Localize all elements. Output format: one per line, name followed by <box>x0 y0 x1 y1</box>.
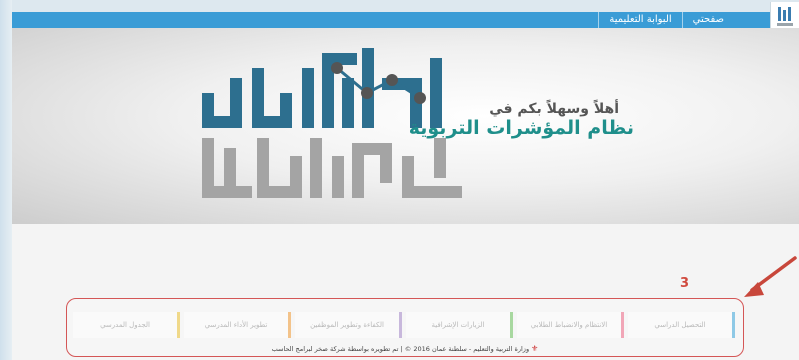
tab-staff-development[interactable]: الكفاءة وتطوير الموظفين <box>295 312 402 338</box>
tab-school-timetable[interactable]: الجدول المدرسي <box>73 312 180 338</box>
module-tabs: التحصيل الدراسي الانتظام والانضباط الطلا… <box>73 312 735 338</box>
footer: ⚜ وزارة التربية والتعليم - سلطنة عمان 20… <box>67 344 743 353</box>
tab-school-performance[interactable]: تطوير الأداء المدرسي <box>184 312 291 338</box>
tab-supervisory-visits[interactable]: الزيارات الإشرافية <box>406 312 513 338</box>
modules-panel: التحصيل الدراسي الانتظام والانضباط الطلا… <box>66 298 744 357</box>
oman-emblem-icon: ⚜ <box>531 344 539 353</box>
tab-student-discipline[interactable]: الانتظام والانضباط الطلابي <box>517 312 624 338</box>
tab-academic-achievement[interactable]: التحصيل الدراسي <box>628 312 735 338</box>
footer-copyright: وزارة التربية والتعليم - سلطنة عمان 2016… <box>271 345 530 353</box>
